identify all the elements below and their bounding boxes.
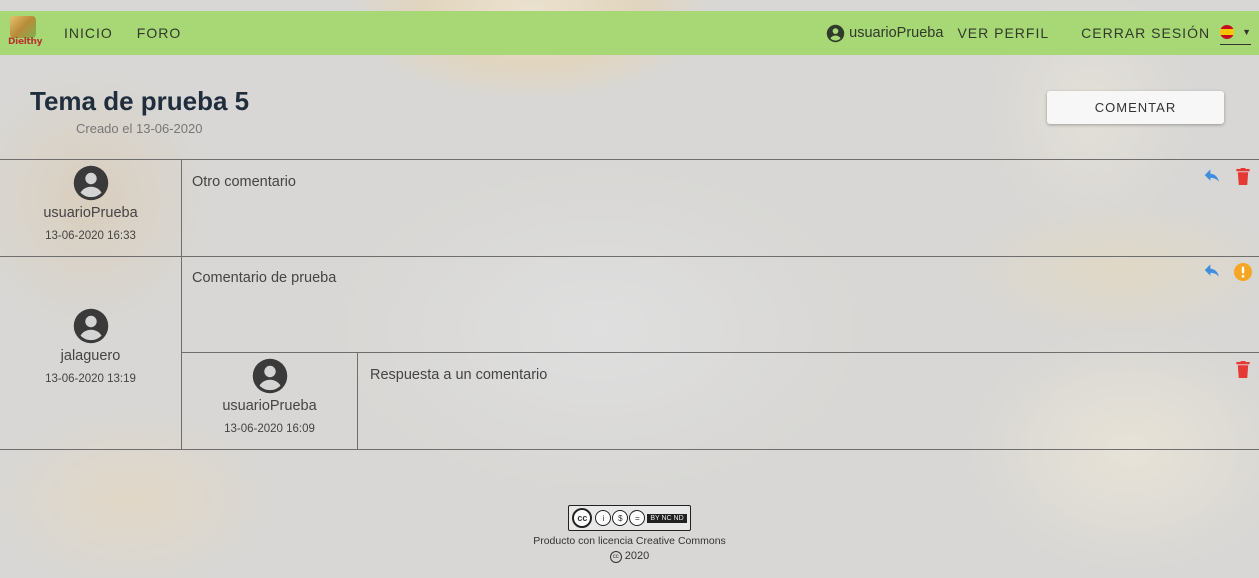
reply-text: Respuesta a un comentario xyxy=(370,367,548,383)
author-name[interactable]: usuarioPrueba xyxy=(0,205,181,221)
reply-author: usuarioPrueba 13-06-2020 16:09 xyxy=(182,358,357,435)
topic-created-date: Creado el 13-06-2020 xyxy=(76,121,203,136)
comment-button[interactable]: COMENTAR xyxy=(1047,91,1224,124)
delete-icon[interactable] xyxy=(1236,361,1250,383)
footer: cc i $ = BY NC ND Producto con licencia … xyxy=(0,505,1259,563)
license-text: Producto con licencia Creative Commons xyxy=(533,535,726,547)
comment-text: Otro comentario xyxy=(192,174,296,190)
copyright-year: 2020 xyxy=(624,550,650,562)
divider xyxy=(181,159,182,256)
spain-flag-icon xyxy=(1220,24,1235,39)
license-tags: BY NC ND xyxy=(647,513,687,523)
topic-title: Tema de prueba 5 xyxy=(30,86,250,116)
author-name[interactable]: jalaguero xyxy=(0,348,181,364)
nd-icon: = xyxy=(629,510,646,526)
divider xyxy=(0,449,1259,450)
navbar: Dielthy INICIO FORO usuarioPrueba VER PE… xyxy=(0,11,1259,55)
comment-timestamp: 13-06-2020 13:19 xyxy=(45,373,136,385)
divider xyxy=(357,352,358,449)
cc-small-icon: cc xyxy=(609,551,622,563)
creative-commons-badge[interactable]: cc i $ = BY NC ND xyxy=(568,505,691,531)
logo-image xyxy=(10,16,36,38)
avatar-icon xyxy=(73,165,108,201)
chevron-down-icon: ▼ xyxy=(1242,26,1251,37)
divider xyxy=(182,352,1259,353)
logout-link[interactable]: CERRAR SESIÓN xyxy=(1081,25,1210,41)
comment-author: usuarioPrueba 13-06-2020 16:33 xyxy=(0,165,181,242)
logo-text: Dielthy xyxy=(8,37,43,47)
delete-icon[interactable] xyxy=(1236,168,1250,190)
reply-icon[interactable] xyxy=(1204,169,1221,189)
author-name[interactable]: usuarioPrueba xyxy=(182,398,357,414)
copyright: cc 2020 xyxy=(0,550,1259,563)
view-profile-link[interactable]: VER PERFIL xyxy=(957,25,1049,41)
comment-author: jalaguero 13-06-2020 13:19 xyxy=(0,308,181,385)
avatar-icon xyxy=(73,308,108,344)
reply-timestamp: 13-06-2020 16:09 xyxy=(224,423,315,435)
avatar-icon xyxy=(252,358,287,394)
forum-topic-page: Dielthy INICIO FORO usuarioPrueba VER PE… xyxy=(0,0,1259,578)
user-chip[interactable]: usuarioPrueba xyxy=(826,24,943,43)
language-select[interactable]: ▼ xyxy=(1220,21,1251,45)
divider xyxy=(0,256,1259,257)
comment-text: Comentario de prueba xyxy=(192,270,337,286)
username-label: usuarioPrueba xyxy=(849,25,944,41)
nav-foro[interactable]: FORO xyxy=(137,25,181,41)
by-icon: i xyxy=(595,510,612,526)
nav-inicio[interactable]: INICIO xyxy=(64,25,113,41)
nc-icon: $ xyxy=(612,510,629,526)
nav-right: usuarioPrueba VER PERFIL CERRAR SESIÓN ▼ xyxy=(826,21,1259,45)
account-circle-icon xyxy=(826,24,845,42)
report-icon[interactable] xyxy=(1234,263,1252,286)
comment-timestamp: 13-06-2020 16:33 xyxy=(45,230,136,242)
divider xyxy=(0,159,1259,160)
cc-icon: cc xyxy=(572,508,593,528)
app-logo[interactable]: Dielthy xyxy=(8,16,43,50)
reply-icon[interactable] xyxy=(1204,264,1221,284)
